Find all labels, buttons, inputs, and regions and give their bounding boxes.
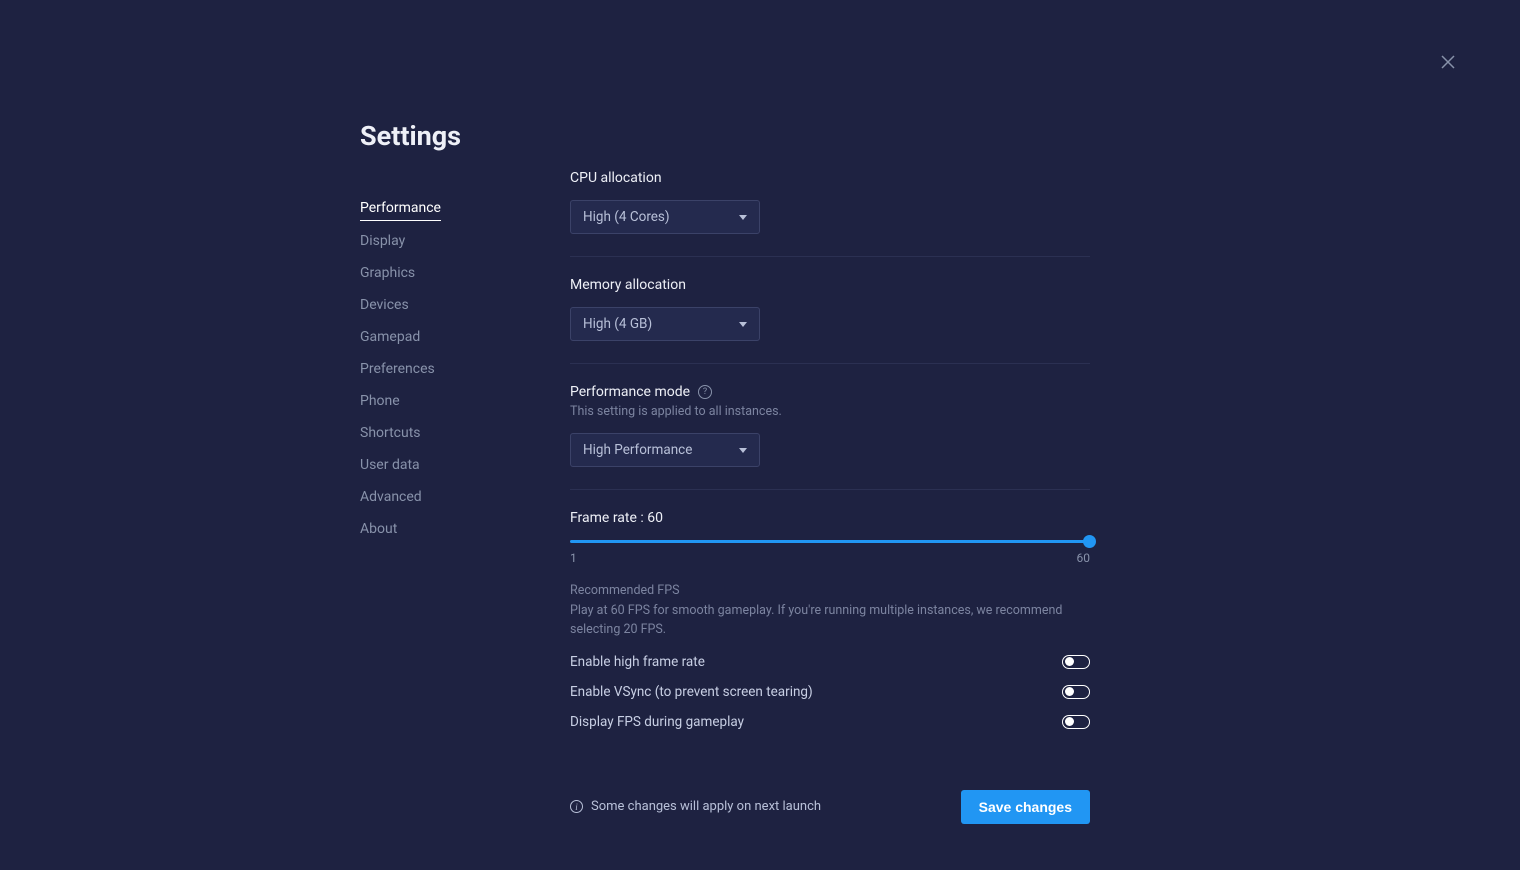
cpu-allocation-dropdown[interactable]: High (4 Cores): [570, 200, 760, 234]
chevron-down-icon: [739, 322, 747, 327]
performance-mode-label: Performance mode ?: [570, 384, 1090, 400]
toggle-knob: [1065, 687, 1074, 696]
sidebar-item-phone[interactable]: Phone: [360, 385, 400, 417]
chevron-down-icon: [739, 448, 747, 453]
footer-info-text: Some changes will apply on next launch: [591, 799, 821, 814]
enable-high-frame-rate-label: Enable high frame rate: [570, 654, 705, 670]
sidebar-item-graphics[interactable]: Graphics: [360, 257, 415, 289]
sidebar-item-devices[interactable]: Devices: [360, 289, 409, 321]
memory-allocation-section: Memory allocation High (4 GB): [570, 277, 1090, 364]
frame-rate-max: 60: [1077, 551, 1091, 565]
enable-vsync-row: Enable VSync (to prevent screen tearing): [570, 684, 1090, 700]
close-icon: [1440, 54, 1456, 70]
sidebar-item-performance[interactable]: Performance: [360, 192, 441, 221]
performance-mode-sublabel: This setting is applied to all instances…: [570, 404, 1090, 419]
cpu-allocation-value: High (4 Cores): [583, 209, 670, 225]
toggle-knob: [1065, 657, 1074, 666]
cpu-allocation-label: CPU allocation: [570, 170, 1090, 186]
sidebar-item-display[interactable]: Display: [360, 225, 405, 257]
memory-allocation-value: High (4 GB): [583, 316, 652, 332]
sidebar-item-advanced[interactable]: Advanced: [360, 481, 422, 513]
sidebar-item-about[interactable]: About: [360, 513, 397, 545]
display-fps-toggle[interactable]: [1062, 715, 1090, 729]
settings-footer: i Some changes will apply on next launch…: [570, 790, 1090, 824]
performance-mode-dropdown[interactable]: High Performance: [570, 433, 760, 467]
enable-vsync-toggle[interactable]: [1062, 685, 1090, 699]
close-button[interactable]: [1436, 50, 1460, 74]
memory-allocation-label: Memory allocation: [570, 277, 1090, 293]
enable-high-frame-rate-toggle[interactable]: [1062, 655, 1090, 669]
performance-mode-section: Performance mode ? This setting is appli…: [570, 384, 1090, 490]
enable-vsync-label: Enable VSync (to prevent screen tearing): [570, 684, 813, 700]
sidebar-item-shortcuts[interactable]: Shortcuts: [360, 417, 421, 449]
frame-rate-slider-thumb[interactable]: [1083, 535, 1096, 548]
help-icon[interactable]: ?: [698, 385, 712, 399]
sidebar-item-user-data[interactable]: User data: [360, 449, 420, 481]
display-fps-label: Display FPS during gameplay: [570, 714, 744, 730]
settings-sidebar: Settings Performance Display Graphics De…: [360, 120, 570, 824]
settings-content: CPU allocation High (4 Cores) Memory all…: [570, 120, 1090, 824]
performance-mode-label-text: Performance mode: [570, 384, 690, 400]
info-icon: i: [570, 800, 583, 813]
toggle-knob: [1065, 717, 1074, 726]
performance-mode-value: High Performance: [583, 442, 692, 458]
recommended-fps-text: Play at 60 FPS for smooth gameplay. If y…: [570, 602, 1090, 640]
sidebar-item-preferences[interactable]: Preferences: [360, 353, 435, 385]
footer-info: i Some changes will apply on next launch: [570, 799, 821, 814]
enable-high-frame-rate-row: Enable high frame rate: [570, 654, 1090, 670]
cpu-allocation-section: CPU allocation High (4 Cores): [570, 170, 1090, 257]
memory-allocation-dropdown[interactable]: High (4 GB): [570, 307, 760, 341]
display-fps-row: Display FPS during gameplay: [570, 714, 1090, 730]
frame-rate-slider[interactable]: [570, 540, 1090, 543]
frame-rate-section: Frame rate : 60 1 60 Recommended FPS Pla…: [570, 510, 1090, 752]
save-changes-button[interactable]: Save changes: [961, 790, 1090, 824]
frame-rate-label: Frame rate : 60: [570, 510, 1090, 526]
chevron-down-icon: [739, 215, 747, 220]
frame-rate-min: 1: [570, 551, 577, 565]
page-title: Settings: [360, 120, 570, 152]
sidebar-item-gamepad[interactable]: Gamepad: [360, 321, 420, 353]
recommended-fps-title: Recommended FPS: [570, 583, 1090, 598]
